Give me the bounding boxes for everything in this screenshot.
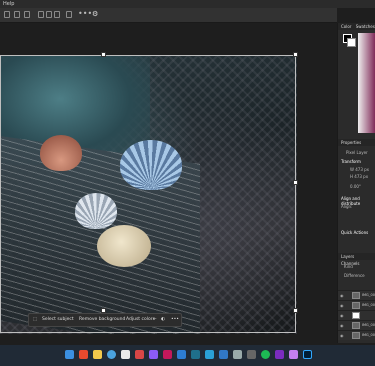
tab-swatches[interactable]: Swatches (353, 24, 375, 29)
windows-taskbar (0, 345, 375, 366)
spotify-icon[interactable] (261, 350, 270, 359)
tool-option-icon[interactable] (24, 11, 30, 18)
layer-row[interactable]: ◉ IMG_00 (338, 330, 375, 340)
layers-panel-tabs: Layers Channels (338, 253, 375, 266)
transform-handle[interactable] (101, 52, 106, 57)
layer-row[interactable]: ◉ IMG_00 (338, 290, 375, 300)
layer-name: IMG_00 (362, 323, 375, 327)
tool-option-icon[interactable] (14, 11, 20, 18)
eye-icon[interactable]: ◉ (340, 333, 344, 338)
shell-image (75, 193, 117, 229)
height-field[interactable]: H 473 px (350, 174, 368, 179)
layer-thumbnail (352, 332, 360, 339)
quick-actions-heading: Quick Actions (341, 230, 369, 235)
file-explorer-icon[interactable] (93, 350, 102, 359)
select-subject-icon: ⬚ (33, 317, 38, 322)
layer-thumbnail (352, 292, 360, 299)
shell-image (40, 135, 82, 171)
distribute-icon[interactable] (66, 11, 72, 18)
layer-thumbnail (352, 322, 360, 329)
align-icon[interactable] (54, 11, 60, 18)
gear-icon[interactable]: ⚙ (92, 10, 98, 18)
shell-image (97, 225, 151, 267)
windows-start-icon[interactable] (65, 350, 74, 359)
eye-icon[interactable]: ◉ (340, 303, 344, 308)
layer-name: IMG_00 (362, 293, 375, 297)
blend-mode-select[interactable]: Difference (344, 273, 365, 278)
document-workspace (0, 23, 337, 343)
app-icon[interactable] (247, 350, 256, 359)
align-icon[interactable] (46, 11, 52, 18)
more-icon[interactable]: ••• (171, 314, 179, 326)
app-icon[interactable] (79, 350, 88, 359)
angle-field[interactable]: 0.00° (350, 184, 361, 189)
document-canvas[interactable] (0, 55, 297, 334)
layer-row[interactable]: ◉ IMG_00 (338, 320, 375, 330)
transform-heading: Transform (341, 159, 361, 164)
app-icon[interactable] (219, 350, 228, 359)
edge-icon[interactable] (107, 350, 116, 359)
adjust-colors-button[interactable]: Adjust colors (126, 314, 155, 326)
app-icon[interactable] (121, 350, 130, 359)
color-panel-tabs: Color Swatches (338, 23, 375, 30)
align-sub-label: Align: (341, 204, 353, 209)
layer-name: IMG_00 (362, 333, 375, 337)
eye-icon[interactable]: ◉ (340, 313, 344, 318)
eye-icon[interactable]: ◉ (340, 323, 344, 328)
crop-icon[interactable]: ⌐ (153, 314, 157, 326)
layer-filter-kind[interactable]: Kind (344, 264, 353, 269)
align-icon[interactable] (38, 11, 44, 18)
tab-color[interactable]: Color (338, 24, 351, 29)
contextual-taskbar: ⬚ Select subject Remove background Adjus… (28, 313, 182, 327)
photoshop-icon[interactable] (303, 350, 312, 359)
layer-row[interactable]: ◉ IMG_00 (338, 300, 375, 310)
width-field[interactable]: W 473 px (350, 167, 369, 172)
app-icon[interactable] (289, 350, 298, 359)
app-icon[interactable] (275, 350, 284, 359)
app-icon[interactable] (205, 350, 214, 359)
app-icon[interactable] (233, 350, 242, 359)
layer-row[interactable]: ◉ (338, 310, 375, 320)
app-icon[interactable] (149, 350, 158, 359)
pixel-layer-label: Pixel Layer (346, 150, 368, 155)
tab-layers[interactable]: Layers (338, 254, 354, 259)
menu-help[interactable]: Help (0, 1, 14, 7)
app-icon[interactable] (163, 350, 172, 359)
mask-icon[interactable]: ◐ (161, 314, 165, 326)
background-color-swatch[interactable] (347, 38, 356, 47)
transform-handle[interactable] (293, 52, 298, 57)
eye-icon[interactable]: ◉ (340, 293, 344, 298)
menu-bar: Help (0, 0, 375, 8)
properties-panel-tabs: Properties (338, 139, 375, 146)
app-icon[interactable] (135, 350, 144, 359)
layer-name: IMG_00 (362, 303, 375, 307)
layer-thumbnail (352, 312, 360, 319)
tool-option-icon[interactable] (4, 11, 10, 18)
shell-image (120, 140, 182, 190)
right-panels: Color Swatches Properties Pixel Layer Tr… (337, 23, 375, 343)
color-picker-field[interactable] (358, 33, 375, 133)
app-icon[interactable] (191, 350, 200, 359)
more-options-icon[interactable]: ••• (78, 9, 92, 18)
layer-thumbnail (352, 302, 360, 309)
transform-handle[interactable] (293, 180, 298, 185)
remove-background-button[interactable]: Remove background (79, 314, 125, 326)
select-subject-button[interactable]: Select subject (42, 314, 74, 326)
app-icon[interactable] (177, 350, 186, 359)
options-bar: ••• ⚙ (0, 8, 337, 23)
tab-properties[interactable]: Properties (338, 140, 361, 145)
transform-handle[interactable] (293, 308, 298, 313)
